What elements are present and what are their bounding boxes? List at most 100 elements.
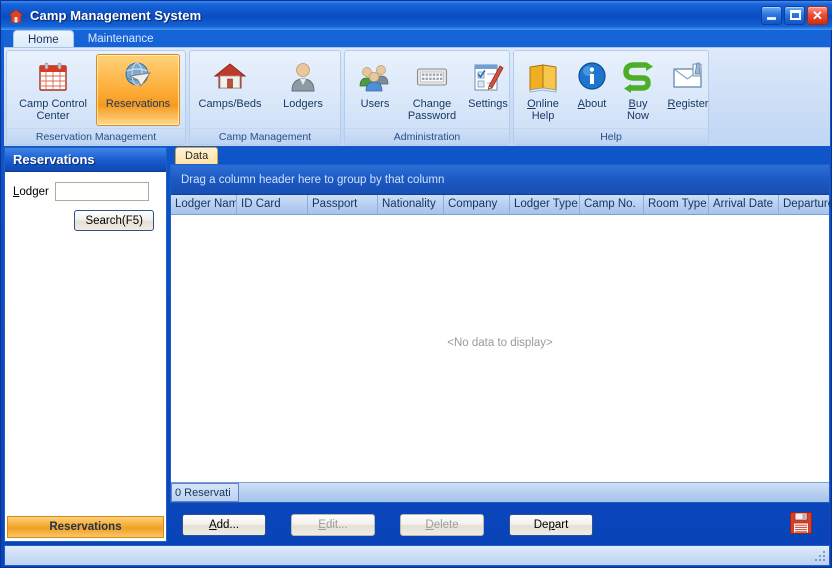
ribbon-item-camp-control-center[interactable]: Camp Control Center [11,54,95,126]
house-icon [8,8,24,24]
ribbon-group-items: Camps/Beds Lodgers [190,51,340,128]
lodger-label-rest: odger [19,185,49,198]
ribbon-group-reservation-management: Camp Control Center Reservations Reserva… [6,50,186,145]
depart-button-pre: De [533,518,549,531]
depart-button-rest: art [554,518,569,531]
tab-home[interactable]: Home [13,30,74,48]
search-button[interactable]: Search(F5) [74,210,154,231]
floppy-save-icon[interactable] [789,511,813,535]
sidebar-header: Reservations [5,148,166,172]
group-by-panel[interactable]: Drag a column header here to group by th… [171,165,829,195]
column-arrival-date[interactable]: Arrival Date [709,195,779,214]
tab-maintenance[interactable]: Maintenance [74,30,168,48]
ribbon-item-label: Online Help [518,98,568,122]
ribbon-item-camps-beds[interactable]: Camps/Beds [194,54,266,126]
ribbon-item-label: Camp Control Center [19,98,87,122]
ribbon-item-lodgers[interactable]: Lodgers [267,54,339,126]
column-departure-date[interactable]: Departure D.. [779,195,832,214]
ribbon-group-label: Camp Management [190,128,340,144]
main-panel: Data Drag a column header here to group … [170,147,832,542]
ribbon-group-items: Camp Control Center Reservations [7,51,185,128]
edit-button[interactable]: Edit... [291,513,375,536]
ribbon-group-label: Administration [345,128,509,144]
ribbon-item-label: Buy Now [616,98,660,122]
ribbon-item-buy-now[interactable]: Buy Now [616,54,660,126]
column-id-card[interactable]: ID Card [237,195,308,214]
ribbon-group-administration: Users Change Password Settings Administr… [344,50,510,145]
accel-letter: E [318,518,326,531]
ribbon-item-label: Camps/Beds [198,98,262,110]
sidebar-body: Lodger Search(F5) [5,172,166,516]
envelope-pen-icon [671,60,705,94]
ribbon: Home Maintenance Camp Control Center Res… [4,30,830,146]
book-icon [526,60,560,94]
ribbon-item-label-rest: egister [675,98,709,110]
close-button[interactable]: ✕ [807,6,828,25]
accel-letter: A [208,518,217,531]
sidebar-panel: Reservations Lodger Search(F5) Reservati… [4,147,167,542]
accel-letter: A [577,98,585,110]
ribbon-item-label-rest: nline Help [531,98,559,122]
column-lodger-name[interactable]: Lodger Name [171,195,237,214]
ribbon-body: Camp Control Center Reservations Reserva… [4,47,830,146]
search-row: Search(F5) [13,210,158,231]
minimize-icon [767,17,776,20]
grid-column-header: Lodger Name ID Card Passport Nationality… [171,195,832,215]
no-data-message: <No data to display> [447,337,553,350]
ribbon-item-reservations[interactable]: Reservations [96,54,180,126]
document-tabstrip: Data [170,147,830,164]
depart-button[interactable]: Depart [509,513,593,536]
column-room-type[interactable]: Room Type [644,195,709,214]
tab-data-label: Data [185,150,209,162]
ribbon-item-online-help[interactable]: Online Help [518,54,568,126]
ribbon-item-label: Register [661,98,715,110]
window-title: Camp Management System [30,8,202,23]
maximize-icon [790,10,801,20]
column-company[interactable]: Company [444,195,510,214]
accel-letter: D [425,518,434,531]
tab-data[interactable]: Data [175,147,219,164]
add-button-rest: dd... [216,518,240,531]
column-passport[interactable]: Passport [308,195,378,214]
calendar-icon [36,60,70,94]
action-button-bar: Add... Edit... Delete Depart [170,507,830,542]
close-icon: ✕ [812,8,823,23]
ribbon-group-label: Help [514,128,708,144]
application-window: Camp Management System ✕ Home Maintenanc… [0,0,832,568]
ribbon-item-label-rest: bout [584,98,607,110]
lodger-input[interactable] [54,182,149,201]
house-icon [213,60,247,94]
ribbon-group-items: Users Change Password Settings [345,51,509,128]
column-nationality[interactable]: Nationality [378,195,444,214]
ribbon-item-label: About [569,98,615,110]
delete-button[interactable]: Delete [400,513,484,536]
tab-maintenance-label: Maintenance [87,33,154,45]
ribbon-group-label: Reservation Management [7,128,185,144]
reservation-count: 0 Reservati [171,483,239,502]
minimize-button[interactable] [761,6,782,25]
ribbon-item-label: Reservations [105,98,171,110]
ribbon-item-users[interactable]: Users [349,54,401,126]
sidebar-footer-reservations[interactable]: Reservations [7,516,164,538]
ribbon-item-change-password[interactable]: Change Password [402,54,462,126]
edit-button-rest: dit... [325,518,348,531]
checklist-pen-icon [471,60,505,94]
lodger-label: Lodger [13,186,49,198]
maximize-button[interactable] [784,6,805,25]
reservations-grid: Drag a column header here to group by th… [170,164,832,503]
grid-footer: 0 Reservati [171,482,829,502]
window-controls: ✕ [761,6,828,25]
ribbon-item-settings[interactable]: Settings [463,54,513,126]
tab-home-label: Home [28,34,59,46]
ribbon-group-help: Online Help About Buy Now Register Help [513,50,709,145]
add-button[interactable]: Add... [182,513,266,536]
status-bar [4,545,830,566]
title-bar: Camp Management System ✕ [1,1,832,30]
person-icon [286,60,320,94]
delete-button-rest: elete [433,518,459,531]
ribbon-item-about[interactable]: About [569,54,615,126]
ribbon-item-register[interactable]: Register [661,54,715,126]
column-camp-no[interactable]: Camp No. [580,195,644,214]
column-lodger-type[interactable]: Lodger Type [510,195,580,214]
resize-grip-icon[interactable] [813,549,827,563]
